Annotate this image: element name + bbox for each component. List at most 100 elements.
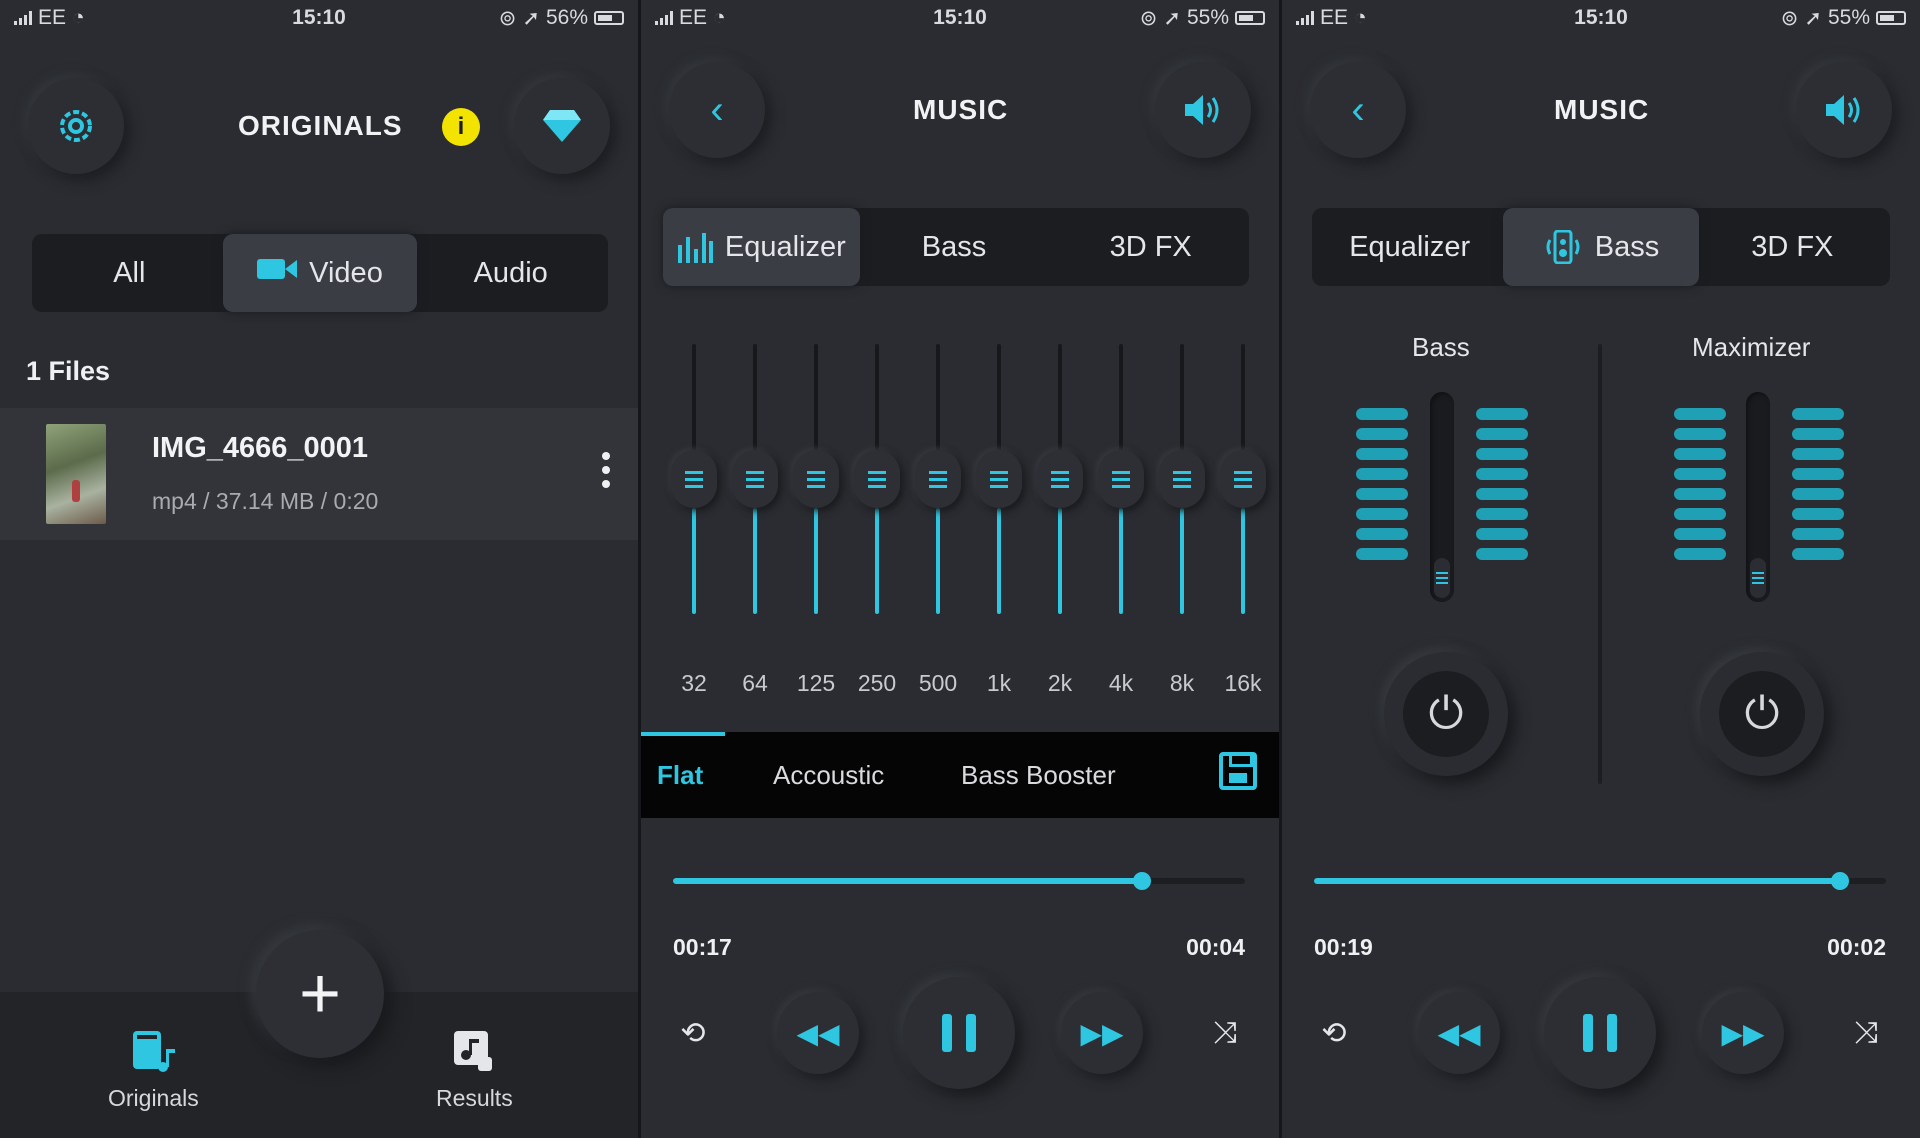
rewind-icon: ◀◀ [796,1017,840,1049]
fast-forward-icon: ▶▶ [1721,1017,1765,1049]
tab-bass[interactable]: Bass [1503,208,1699,286]
save-icon[interactable] [1219,752,1257,790]
tab-audio[interactable]: Audio [413,234,608,312]
eq-band-slider[interactable] [671,344,717,634]
shuffle-icon: ⤨ [1213,1016,1237,1049]
plus-icon: + [298,954,342,1034]
tab-3d-fx[interactable]: 3D FX [1695,208,1890,286]
volume-button[interactable] [1155,62,1251,158]
status-bar: EE ◔ 15:10 ⊚ ➚ 56% [0,0,638,36]
eq-band-label: 125 [796,670,836,696]
repeat-button[interactable]: ⟲ [669,1009,717,1057]
volume-icon [1185,95,1219,125]
tab-video-label: Video [309,256,383,289]
pause-button[interactable] [903,977,1015,1089]
eq-band-slider[interactable] [1220,344,1266,634]
nav-originals[interactable]: Originals [108,1027,199,1112]
shuffle-button[interactable]: ⤨ [1842,1009,1890,1057]
file-list-item[interactable]: IMG_4666_0001 mp4 / 37.14 MB / 0:20 [0,408,638,540]
eq-band-slider[interactable] [976,344,1022,634]
tab-bass-label: Bass [921,230,987,263]
settings-button[interactable] [28,78,124,174]
transport-controls: ⟲ ◀◀ ▶▶ ⤨ [641,977,1279,1089]
pause-button[interactable] [1544,977,1656,1089]
eq-band-slider[interactable] [1159,344,1205,634]
audio-effect-tabs: Equalizer Bass 3D FX [1312,208,1890,286]
file-meta: mp4 / 37.14 MB / 0:20 [152,488,379,514]
back-button[interactable]: ‹ [669,62,765,158]
maximizer-power-button[interactable]: ⏻ [1700,652,1824,776]
player-controls: 00:17 00:04 ⟲ ◀◀ ▶▶ ⤨ [641,818,1279,1138]
preset-flat[interactable]: Flat [657,760,703,791]
eq-band-slider[interactable] [1098,344,1144,634]
eq-band-knob[interactable] [854,450,900,508]
repeat-button[interactable]: ⟲ [1310,1009,1358,1057]
tab-equalizer[interactable]: Equalizer [663,208,860,286]
battery-icon [1235,11,1265,25]
eq-band-knob[interactable] [1159,450,1205,508]
tab-3d-fx[interactable]: 3D FX [1052,208,1249,286]
video-thumbnail [46,424,106,524]
tab-equalizer-label: Equalizer [724,230,846,263]
repeat-icon: ⟲ [680,1016,706,1050]
eq-band-fill [997,508,1001,614]
clock: 15:10 [292,6,346,29]
eq-band-fill [1058,508,1062,614]
eq-band-knob[interactable] [793,450,839,508]
orientation-lock-icon: ⊚ [498,6,517,30]
tab-equalizer[interactable]: Equalizer [1312,208,1507,286]
volume-button[interactable] [1796,62,1892,158]
tab-bass[interactable]: Bass [856,208,1053,286]
gear-icon [60,110,92,142]
info-button[interactable]: i [442,108,480,146]
equalizer-icon [677,233,713,263]
repeat-icon: ⟲ [1321,1016,1347,1050]
rewind-button[interactable]: ◀◀ [777,992,859,1074]
tab-video[interactable]: Video [222,234,418,312]
tab-all[interactable]: All [32,234,227,312]
nav-results[interactable]: Results [436,1027,513,1112]
eq-band-knob[interactable] [1220,450,1266,508]
eq-band-slider[interactable] [1037,344,1083,634]
status-bar: EE ◔ 15:10 ⊚ ➚ 55% [1282,0,1920,36]
eq-band-fill [875,508,879,614]
eq-band-slider[interactable] [915,344,961,634]
progress-slider[interactable] [673,872,1245,890]
status-bar: EE ◔ 15:10 ⊚ ➚ 55% [641,0,1279,36]
eq-band-knob[interactable] [732,450,778,508]
eq-band-fill [753,508,757,614]
bass-slider-thumb[interactable] [1434,558,1450,598]
rewind-button[interactable]: ◀◀ [1418,992,1500,1074]
progress-thumb[interactable] [1831,872,1850,890]
eq-band-fill [1241,508,1245,614]
eq-band-slider[interactable] [854,344,900,634]
progress-slider[interactable] [1314,872,1886,890]
preset-bass-booster[interactable]: Bass Booster [961,760,1116,791]
back-button[interactable]: ‹ [1310,62,1406,158]
maximizer-label: Maximizer [1692,332,1811,362]
premium-button[interactable] [514,78,610,174]
maximizer-slider[interactable] [1746,392,1770,602]
eq-band-knob[interactable] [1037,450,1083,508]
carrier-label: EE [679,6,708,29]
maximizer-slider-thumb[interactable] [1750,558,1766,598]
eq-band-knob[interactable] [671,450,717,508]
add-file-button[interactable]: + [256,930,384,1058]
more-options-icon[interactable] [602,452,612,488]
fast-forward-button[interactable]: ▶▶ [1702,992,1784,1074]
eq-band-slider[interactable] [732,344,778,634]
preset-acoustic[interactable]: Accoustic [773,760,884,791]
eq-band-knob[interactable] [976,450,1022,508]
fast-forward-button[interactable]: ▶▶ [1061,992,1143,1074]
eq-band-knob[interactable] [1098,450,1144,508]
progress-thumb[interactable] [1133,872,1152,890]
bass-power-button[interactable]: ⏻ [1384,652,1508,776]
tab-equalizer-label: Equalizer [1349,230,1471,263]
location-icon: ➚ [522,6,540,30]
eq-band-fill [814,508,818,614]
shuffle-button[interactable]: ⤨ [1201,1009,1249,1057]
eq-band-slider[interactable] [793,344,839,634]
diamond-icon [543,110,581,142]
bass-slider[interactable] [1430,392,1454,602]
eq-band-knob[interactable] [915,450,961,508]
